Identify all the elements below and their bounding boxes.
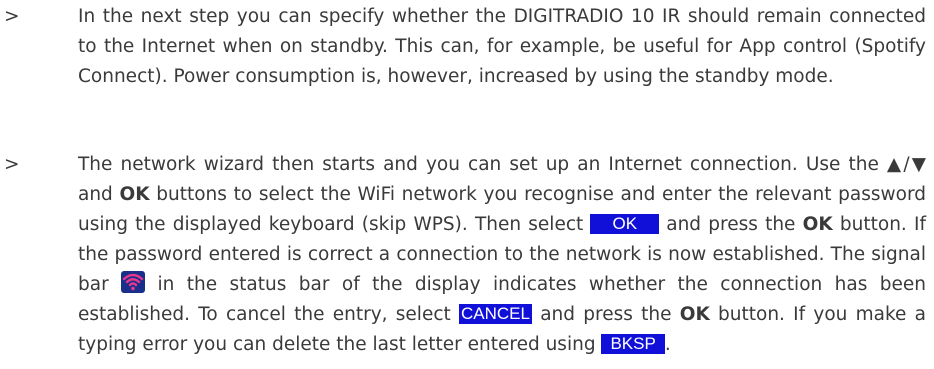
arrow-keys-symbol: ▲/▼ [886, 154, 926, 175]
text-segment: and [78, 184, 120, 205]
bullet-marker: > [4, 6, 20, 27]
cancel-key-label: CANCEL [459, 304, 532, 324]
text-segment: The network wizard then starts and you c… [78, 154, 887, 175]
paragraph-standby: In the next step you can specify whether… [78, 6, 926, 87]
bullet-marker: > [4, 154, 20, 175]
ok-button-name: OK [679, 304, 710, 325]
text-segment: . [664, 334, 671, 355]
wifi-signal-icon [121, 271, 146, 293]
ok-key-label: OK [590, 214, 660, 234]
ok-button-name: OK [802, 214, 833, 235]
bksp-key-label: BKSP [601, 334, 665, 354]
text-segment: and press the [659, 214, 803, 235]
ok-button-name: OK [119, 184, 150, 205]
paragraph-network-wizard: The network wizard then starts and you c… [78, 150, 926, 360]
manual-page: > In the next step you can specify wheth… [0, 0, 934, 369]
text-segment: and press the [531, 304, 680, 325]
